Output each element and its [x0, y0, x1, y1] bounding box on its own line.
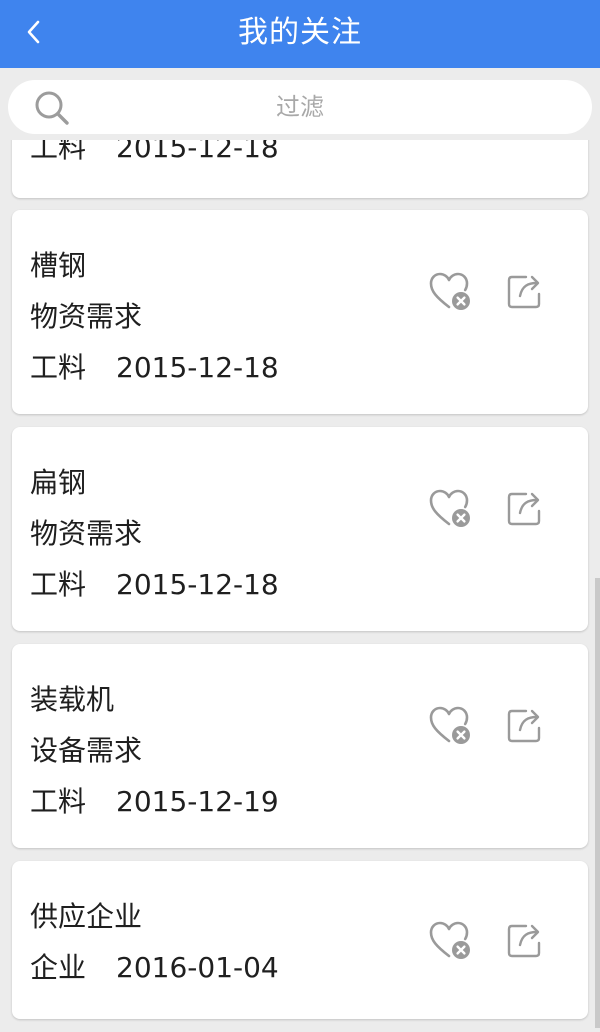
search-icon [35, 91, 69, 125]
share-icon [507, 275, 541, 309]
item-date: 2015-12-18 [116, 351, 279, 384]
share-icon [507, 924, 541, 958]
item-date: 2015-12-18 [116, 568, 279, 601]
unfavorite-button[interactable] [428, 704, 474, 748]
item-name: 扁钢 [30, 466, 87, 499]
share-button[interactable] [506, 921, 542, 959]
item-dept: 工料 [30, 785, 87, 818]
favorites-list: 工料 2015-12-18 槽钢 物资需求 工料 2015-12-18 扁钢 物… [0, 0, 600, 1032]
list-item[interactable]: 装载机 设备需求 工料 2015-12-19 [12, 644, 588, 848]
item-type: 设备需求 [30, 734, 143, 767]
share-icon [507, 492, 541, 526]
share-button[interactable] [506, 706, 542, 744]
page-title: 我的关注 [238, 15, 362, 50]
share-button[interactable] [506, 272, 542, 310]
unfavorite-button[interactable] [428, 487, 474, 531]
search-input[interactable] [88, 80, 512, 134]
item-actions [428, 919, 542, 963]
heart-remove-icon [429, 272, 470, 310]
item-meta-line: 工料 2015-12-18 [30, 346, 279, 386]
item-dept: 工料 [30, 568, 87, 601]
item-type: 企业 [30, 951, 87, 984]
item-name: 装载机 [30, 683, 115, 716]
heart-remove-icon [429, 706, 470, 744]
share-button[interactable] [506, 489, 542, 527]
item-meta-line: 工料 2015-12-19 [30, 780, 279, 820]
unfavorite-button[interactable] [428, 270, 474, 314]
search-bar[interactable] [8, 80, 592, 134]
share-icon [507, 709, 541, 743]
scrollbar[interactable] [595, 578, 600, 1028]
item-date: 2016-01-04 [116, 951, 279, 984]
item-name: 槽钢 [30, 249, 87, 282]
list-item[interactable]: 扁钢 物资需求 工料 2015-12-18 [12, 427, 588, 631]
item-actions [428, 487, 542, 531]
heart-remove-icon [429, 921, 470, 959]
search-bar-container [0, 68, 600, 140]
item-actions [428, 270, 542, 314]
heart-remove-icon [429, 489, 470, 527]
item-type: 物资需求 [30, 300, 143, 333]
item-type: 物资需求 [30, 517, 143, 550]
item-actions [428, 704, 542, 748]
app-header: 我的关注 [0, 0, 600, 68]
item-meta-line: 企业 2016-01-04 [30, 946, 279, 986]
item-dept: 工料 [30, 351, 87, 384]
list-item[interactable]: 供应企业 企业 2016-01-04 [12, 861, 588, 1019]
unfavorite-button[interactable] [428, 919, 474, 963]
list-item[interactable]: 槽钢 物资需求 工料 2015-12-18 [12, 210, 588, 414]
item-name: 供应企业 [30, 900, 143, 933]
item-date: 2015-12-19 [116, 785, 279, 818]
item-meta-line: 工料 2015-12-18 [30, 563, 279, 603]
